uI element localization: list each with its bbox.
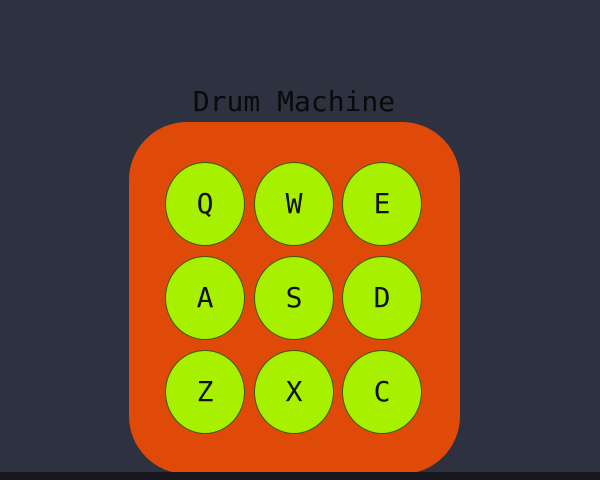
drum-pad-e[interactable]: E xyxy=(342,162,422,246)
drum-pad-label: A xyxy=(196,281,214,314)
bottom-divider xyxy=(0,472,600,480)
drum-pad-label: W xyxy=(285,187,303,220)
drum-pad-z[interactable]: Z xyxy=(165,350,245,434)
drum-pad-c[interactable]: C xyxy=(342,350,422,434)
drum-machine-panel: Q W E A S D Z X C xyxy=(129,122,460,474)
drum-pad-x[interactable]: X xyxy=(254,350,334,434)
drum-pad-label: Q xyxy=(196,187,214,220)
drum-pad-label: E xyxy=(373,187,391,220)
drum-pad-w[interactable]: W xyxy=(254,162,334,246)
drum-pad-d[interactable]: D xyxy=(342,256,422,340)
drum-pad-label: Z xyxy=(196,375,214,408)
app-background: Drum Machine Q W E A S D Z X C xyxy=(0,0,600,474)
drum-pad-a[interactable]: A xyxy=(165,256,245,340)
drum-pad-q[interactable]: Q xyxy=(165,162,245,246)
drum-pad-s[interactable]: S xyxy=(254,256,334,340)
drum-pad-label: C xyxy=(373,375,391,408)
drum-pad-label: S xyxy=(285,281,303,314)
drum-pad-label: X xyxy=(285,375,303,408)
drum-pad-label: D xyxy=(373,281,391,314)
page-title: Drum Machine xyxy=(192,85,396,118)
